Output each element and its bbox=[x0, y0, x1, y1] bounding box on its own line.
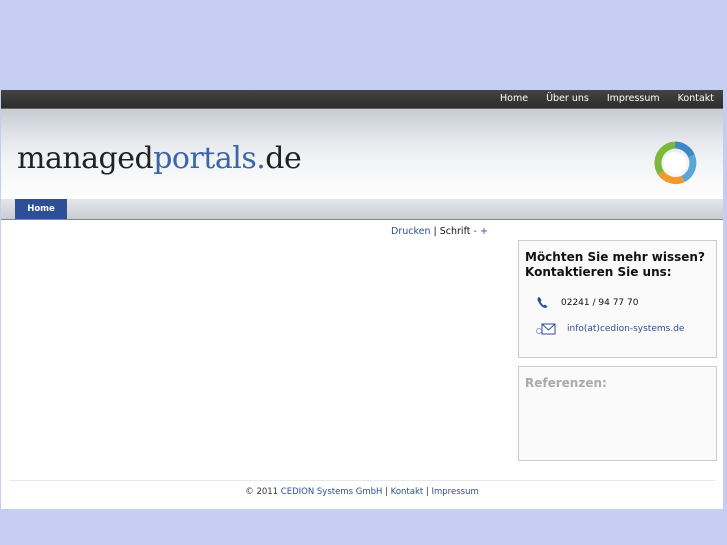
mail-icon bbox=[536, 323, 556, 335]
nav-about-link[interactable]: Über uns bbox=[546, 93, 589, 104]
logo-part-managed: managed bbox=[17, 141, 154, 176]
nav-home-link[interactable]: Home bbox=[500, 93, 528, 104]
footer: © 2011 CEDION Systems GmbH | Kontakt | I… bbox=[1, 487, 723, 497]
nav-contact-link[interactable]: Kontakt bbox=[678, 93, 714, 104]
font-size-label: Schrift bbox=[439, 226, 471, 237]
footer-separator: | bbox=[423, 487, 432, 497]
footer-contact-link[interactable]: Kontakt bbox=[391, 487, 424, 497]
phone-number: 02241 / 94 77 70 bbox=[561, 298, 639, 308]
logo-part-de: de bbox=[265, 141, 302, 176]
page-toolbar: Drucken | Schrift - + bbox=[391, 226, 488, 237]
logo-part-portals: portals. bbox=[153, 141, 266, 176]
contact-title: Möchten Sie mehr wissen? Kontaktieren Si… bbox=[525, 250, 705, 279]
font-decrease-button[interactable]: - bbox=[474, 226, 477, 237]
toolbar-separator: | bbox=[430, 226, 440, 237]
footer-copyright: © 2011 bbox=[245, 487, 279, 497]
footer-divider bbox=[9, 480, 715, 481]
email-row: info(at)cedion-systems.de bbox=[535, 322, 684, 336]
contact-box: Möchten Sie mehr wissen? Kontaktieren Si… bbox=[518, 240, 717, 358]
footer-separator: | bbox=[382, 487, 391, 497]
font-increase-button[interactable]: + bbox=[480, 226, 488, 237]
nav-imprint-link[interactable]: Impressum bbox=[607, 93, 660, 104]
phone-icon bbox=[537, 297, 548, 308]
page: Home Über uns Impressum Kontakt managedp… bbox=[1, 90, 723, 509]
references-box: Referenzen: bbox=[518, 366, 717, 461]
site-logo[interactable]: managedportals.de bbox=[17, 141, 302, 176]
emblem-icon bbox=[654, 141, 697, 185]
footer-company-link[interactable]: CEDION Systems GmbH bbox=[281, 487, 383, 497]
top-bar: Home Über uns Impressum Kontakt bbox=[1, 90, 723, 109]
footer-imprint-link[interactable]: Impressum bbox=[432, 487, 479, 497]
references-title: Referenzen: bbox=[525, 376, 607, 390]
header: managedportals.de bbox=[1, 109, 723, 199]
sub-navigation: Home bbox=[1, 199, 723, 220]
phone-row: 02241 / 94 77 70 bbox=[535, 296, 638, 310]
print-link[interactable]: Drucken bbox=[391, 226, 431, 237]
email-link[interactable]: info(at)cedion-systems.de bbox=[567, 324, 684, 334]
tab-home[interactable]: Home bbox=[15, 199, 67, 219]
top-navigation: Home Über uns Impressum Kontakt bbox=[500, 93, 714, 104]
